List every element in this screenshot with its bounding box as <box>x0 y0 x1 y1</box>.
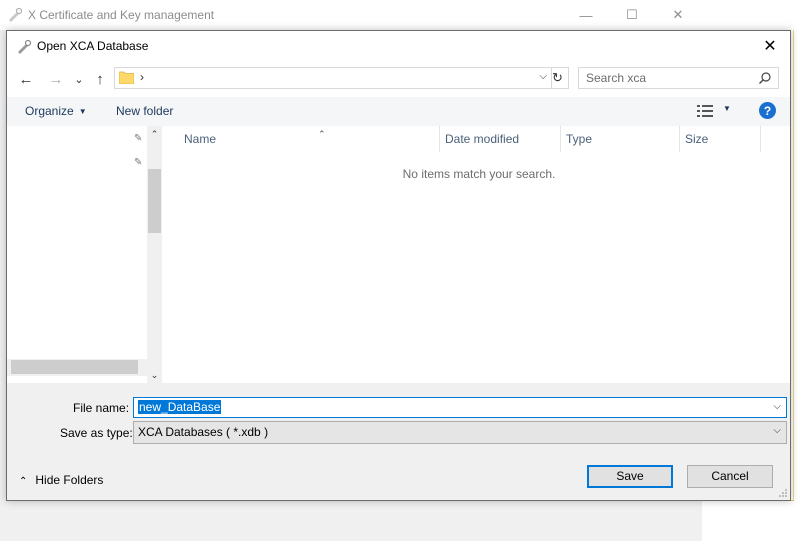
column-header-type[interactable]: Type <box>560 126 680 152</box>
file-name-value[interactable]: new_DataBase <box>138 400 222 414</box>
certificate-app-icon <box>9 7 23 22</box>
navigation-pane[interactable]: ✎ ✎ ⌃ ⌄ <box>7 126 163 383</box>
chevron-down-icon[interactable]: ⌵ <box>773 425 781 436</box>
dropdown-arrow-icon: ▼ <box>78 107 87 116</box>
certificate-app-icon <box>18 39 32 54</box>
file-name-input[interactable]: new_DataBase ⌵ <box>133 397 787 418</box>
save-button[interactable]: Save <box>587 465 673 488</box>
organize-label: Organize <box>25 104 74 118</box>
command-bar: Organize ▼ New folder ▼ ? <box>7 97 790 126</box>
minimize-button[interactable]: — <box>563 0 609 30</box>
column-header-date-modified[interactable]: Date modified <box>439 126 561 152</box>
new-folder-button[interactable]: New folder <box>116 104 173 118</box>
chevron-down-icon[interactable]: ⌵ <box>773 401 781 412</box>
file-name-label: File name: <box>73 401 130 415</box>
view-details-icon[interactable] <box>697 105 713 117</box>
column-name-label: Name <box>184 132 217 146</box>
search-placeholder: Search xca <box>586 71 647 85</box>
address-separator[interactable]: › <box>140 70 144 84</box>
save-as-type-value: XCA Databases ( *.xdb ) <box>138 425 269 439</box>
chevron-down-icon[interactable]: ⌵ <box>539 71 547 82</box>
refresh-icon[interactable]: ↻ <box>547 67 569 89</box>
dialog-close-button[interactable]: ✕ <box>750 31 790 61</box>
cancel-button[interactable]: Cancel <box>687 465 773 488</box>
sort-ascending-icon: ⌃ <box>318 129 326 139</box>
search-input[interactable]: Search xca <box>578 67 779 89</box>
scroll-down-icon[interactable]: ⌄ <box>147 370 162 381</box>
chevron-down-icon[interactable]: ⌄ <box>69 69 89 89</box>
resize-grip-icon[interactable] <box>778 488 788 498</box>
address-bar[interactable]: › ⌵ <box>114 67 552 89</box>
scrollbar-thumb[interactable] <box>148 169 161 233</box>
organize-button[interactable]: Organize ▼ <box>25 104 87 118</box>
view-options-dropdown[interactable]: ▼ <box>723 104 731 113</box>
open-database-dialog: Open XCA Database ✕ ← → ⌄ ↑ › ⌵ ↻ Search… <box>6 30 791 501</box>
file-list[interactable]: Name ⌃ Date modified Type Size No items … <box>164 126 790 383</box>
folder-icon <box>119 71 134 84</box>
help-icon[interactable]: ? <box>759 102 776 119</box>
hide-folders-label: Hide Folders <box>35 473 104 487</box>
scrollbar-thumb[interactable] <box>11 360 138 374</box>
up-arrow-icon[interactable]: ↑ <box>90 69 110 89</box>
column-header-name[interactable]: Name ⌃ <box>178 126 440 152</box>
pin-icon[interactable]: ✎ <box>134 157 144 168</box>
vertical-scrollbar[interactable]: ⌃ ⌄ <box>147 126 162 383</box>
forward-arrow-icon[interactable]: → <box>46 69 66 89</box>
save-as-type-label: Save as type: <box>60 426 133 440</box>
hide-folders-button[interactable]: ⌃ Hide Folders <box>19 473 103 487</box>
save-as-type-select[interactable]: XCA Databases ( *.xdb ) ⌵ <box>133 421 787 444</box>
dialog-title: Open XCA Database <box>37 39 149 53</box>
scroll-up-icon[interactable]: ⌃ <box>147 129 162 140</box>
background-window-title: X Certificate and Key management <box>28 8 215 22</box>
background-titlebar: X Certificate and Key management — ☐ ✕ <box>0 0 702 30</box>
close-window-button[interactable]: ✕ <box>655 0 701 30</box>
maximize-button[interactable]: ☐ <box>609 0 655 30</box>
pin-icon[interactable]: ✎ <box>134 133 144 144</box>
back-arrow-icon[interactable]: ← <box>16 69 36 89</box>
chevron-up-icon: ⌃ <box>19 476 28 487</box>
column-header-size[interactable]: Size <box>679 126 761 152</box>
empty-folder-message: No items match your search. <box>402 167 556 181</box>
bottom-pane: File name: new_DataBase ⌵ Save as type: … <box>7 383 790 500</box>
horizontal-scrollbar[interactable] <box>7 359 147 376</box>
search-icon[interactable] <box>758 71 772 85</box>
window-edge-line <box>793 30 794 500</box>
